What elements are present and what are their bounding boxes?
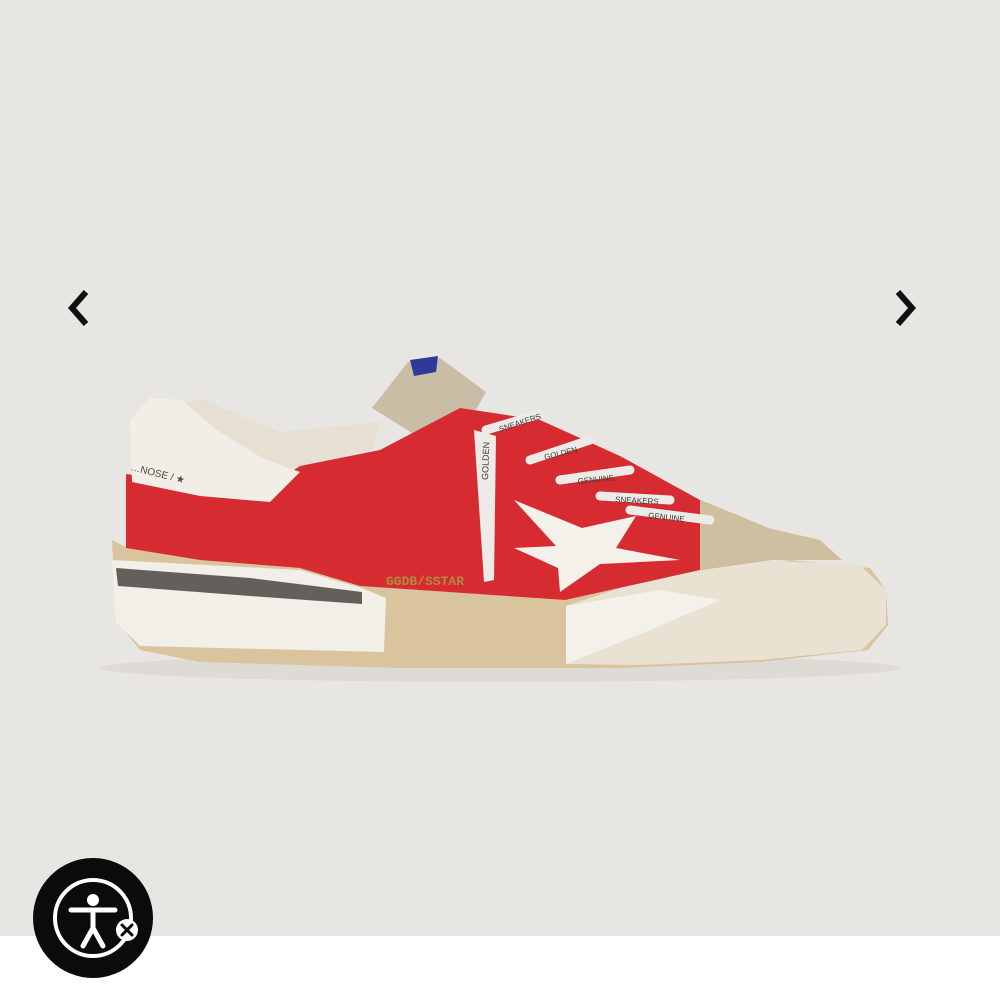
sneaker: …NOSE / ★ GGDB/SSTAR SNEAKERS GOLDEN GEN… [112, 356, 888, 668]
product-image: …NOSE / ★ GGDB/SSTAR SNEAKERS GOLDEN GEN… [100, 356, 900, 682]
previous-image-button[interactable] [50, 280, 106, 336]
accessibility-button[interactable] [33, 858, 153, 978]
chevron-left-icon [68, 290, 89, 326]
lace-tip-text: GOLDEN [480, 442, 491, 480]
toe-suede [700, 500, 842, 570]
chevron-right-icon [895, 290, 916, 326]
close-icon[interactable] [33, 858, 153, 978]
next-image-button[interactable] [878, 280, 934, 336]
product-gallery: …NOSE / ★ GGDB/SSTAR SNEAKERS GOLDEN GEN… [0, 0, 1000, 936]
side-text: GGDB/SSTAR [386, 574, 464, 589]
